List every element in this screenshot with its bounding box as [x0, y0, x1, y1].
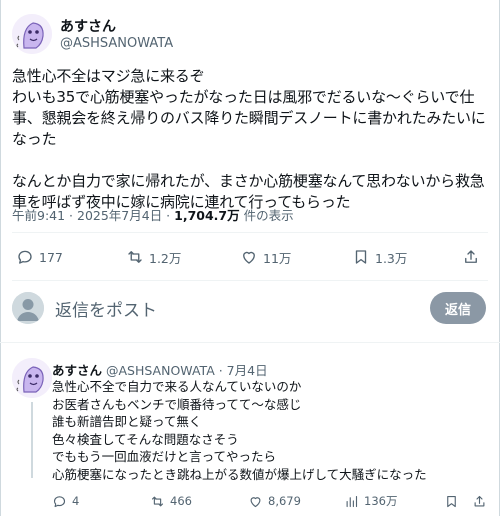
avatar[interactable] [12, 358, 52, 398]
divider [12, 232, 488, 233]
avatar-ghost-icon [12, 358, 52, 398]
views-button[interactable]: 136万 [344, 491, 397, 511]
views-label: 件の表示 [239, 208, 294, 223]
reply-icon [18, 250, 32, 264]
timestamp[interactable]: 午前9:41 · 2025年7月4日 · [12, 208, 174, 223]
like-count: 8,679 [268, 494, 301, 508]
thread-line [31, 402, 33, 478]
default-avatar[interactable] [12, 292, 44, 324]
share-icon [474, 495, 485, 506]
view-count: 1,704.7万 [174, 208, 240, 223]
retweet-count: 466 [170, 494, 192, 508]
reply-handle[interactable]: @ASHSANOWATA [106, 363, 215, 378]
reply-text: 急性心不全で自力で来る人なんていないのか お医者さんもベンチで順番待ってて〜な感… [52, 379, 427, 482]
display-name[interactable]: あすさん [60, 16, 116, 36]
reply-date[interactable]: · 7月4日 [215, 363, 268, 378]
bookmark-button[interactable]: 1.3万 [352, 247, 407, 267]
retweet-icon [151, 496, 164, 506]
default-avatar-icon [12, 292, 44, 324]
reply-display-name[interactable]: あすさん [52, 363, 102, 378]
like-button[interactable]: 8,679 [248, 491, 301, 511]
tweet-actions: 177 1.2万 11万 1.3万 [12, 247, 488, 267]
reply-button[interactable]: 4 [52, 491, 79, 511]
share-icon [465, 250, 477, 263]
reply-count: 4 [72, 494, 80, 508]
user-handle[interactable]: @ASHSANOWATA [60, 36, 173, 51]
reply-actions: 4 466 8,679 136万 [52, 491, 492, 509]
divider [0, 342, 500, 343]
retweet-count: 1.2万 [149, 250, 182, 266]
share-button[interactable] [472, 491, 487, 511]
like-icon [250, 496, 261, 507]
tweet-text: 急性心不全はマジ急に来るぞ わいも35で心筋梗塞やったがなった日は風邪でだるいな… [12, 67, 486, 211]
tweet-meta: 午前9:41 · 2025年7月4日 · 1,704.7万 件の表示 [12, 205, 294, 224]
reply-icon [53, 495, 66, 507]
reply-input[interactable]: 返信をポスト [55, 296, 157, 321]
bookmark-count: 1.3万 [375, 250, 408, 266]
retweet-button[interactable]: 1.2万 [126, 247, 181, 267]
reply-count: 177 [39, 249, 63, 265]
avatar[interactable] [12, 14, 52, 54]
retweet-button[interactable]: 466 [150, 491, 192, 511]
reply-submit-button[interactable]: 返信 [430, 292, 486, 324]
views-icon [346, 495, 358, 507]
bookmark-icon [447, 495, 456, 507]
reply-header: あすさん @ASHSANOWATA · 7月4日 [52, 360, 268, 379]
bookmark-icon [355, 250, 367, 264]
share-button[interactable] [462, 247, 480, 267]
avatar-ghost-icon [12, 14, 52, 54]
divider [12, 280, 488, 281]
like-count: 11万 [263, 250, 292, 266]
bookmark-button[interactable] [444, 491, 459, 511]
like-button[interactable]: 11万 [240, 247, 291, 267]
like-icon [243, 251, 255, 264]
views-count: 136万 [364, 494, 398, 508]
left-border [0, 0, 1, 516]
retweet-icon [128, 251, 142, 263]
reply-button[interactable]: 177 [16, 247, 63, 267]
